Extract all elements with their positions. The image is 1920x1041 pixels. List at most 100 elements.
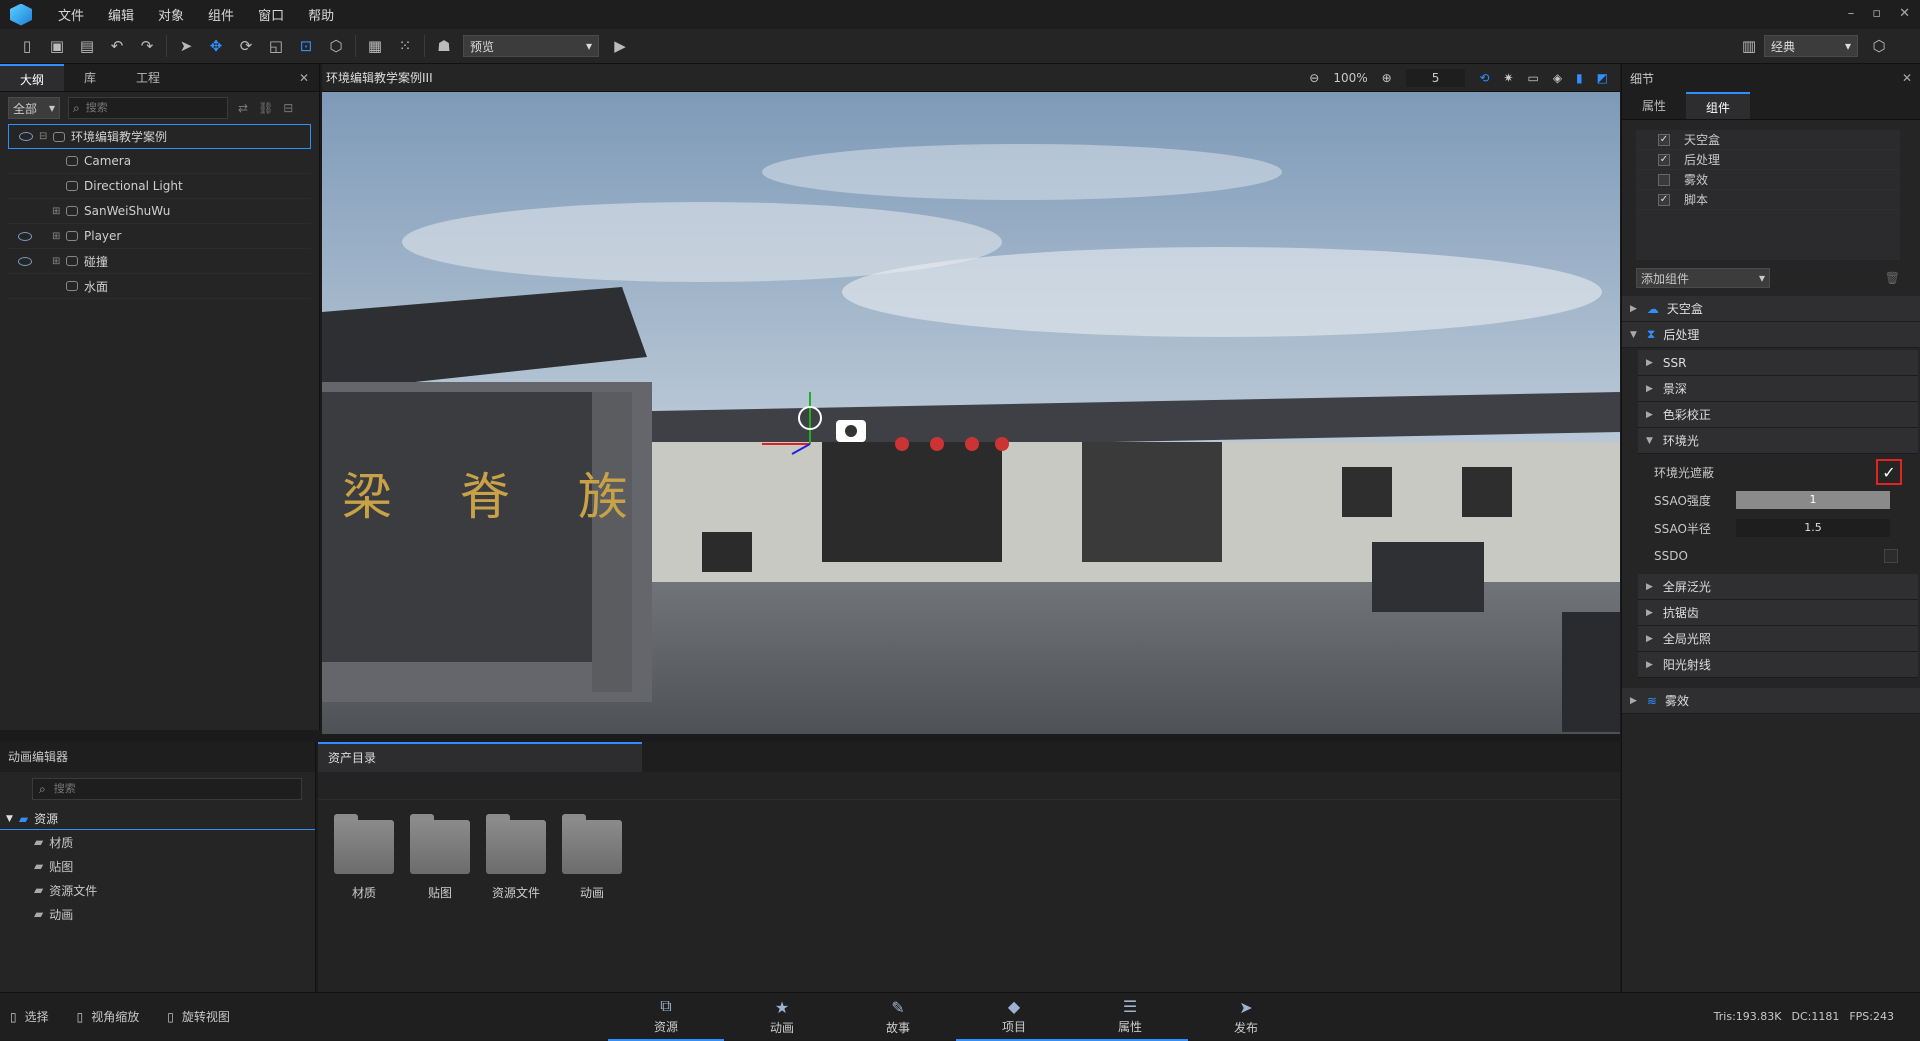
section-sun-rays[interactable]: ▶ 阳光射线 xyxy=(1638,652,1918,678)
settings-icon[interactable]: ⬡ xyxy=(1868,35,1890,57)
save-all-icon[interactable]: ▤ xyxy=(76,35,98,57)
search-input[interactable] xyxy=(85,102,206,114)
menu-window[interactable]: 窗口 xyxy=(258,5,284,24)
tree-item[interactable]: Directional Light xyxy=(8,174,311,199)
section-skybox[interactable]: ▶ ☁ 天空盒 xyxy=(1622,296,1920,322)
section-ambient[interactable]: ▼ 环境光 xyxy=(1638,428,1918,454)
tree-item[interactable]: ⊞ Player xyxy=(8,224,311,249)
tree-item[interactable]: Camera xyxy=(8,149,311,174)
minimize-button[interactable]: – xyxy=(1848,6,1855,21)
ssao-radius-field[interactable]: 1.5 xyxy=(1736,519,1890,537)
menu-edit[interactable]: 编辑 xyxy=(108,5,134,24)
save-icon[interactable]: ▣ xyxy=(46,35,68,57)
section-postprocess[interactable]: ▼ ⧗ 后处理 xyxy=(1622,322,1920,348)
ao-checkbox[interactable]: ✓ xyxy=(1876,459,1902,485)
link-icon[interactable]: ⛓ xyxy=(258,101,273,115)
bottom-tab[interactable]: ☰ 属性 xyxy=(1072,993,1188,1041)
component-item[interactable]: ✓ 后处理 xyxy=(1636,150,1900,170)
eye-icon[interactable] xyxy=(18,256,32,266)
bottom-tab[interactable]: ➤ 发布 xyxy=(1188,993,1304,1041)
scale-icon[interactable]: ◱ xyxy=(265,35,287,57)
bottom-tab[interactable]: ✎ 故事 xyxy=(840,993,956,1041)
asset-tree-item[interactable]: ▰ 动画 xyxy=(0,902,315,926)
component-item[interactable]: ✓ 脚本 xyxy=(1636,190,1900,210)
tab-project[interactable]: 工程 xyxy=(116,64,180,91)
play-icon[interactable]: ▶ xyxy=(609,35,631,57)
tree-item[interactable]: ⊟ 环境编辑教学案例 xyxy=(8,124,311,149)
layout-panel-icon[interactable]: ▥ xyxy=(1738,35,1760,57)
section-color-correction[interactable]: ▶ 色彩校正 xyxy=(1638,402,1918,428)
tree-item[interactable]: ⊞ SanWeiShuWu xyxy=(8,199,311,224)
menu-file[interactable]: 文件 xyxy=(58,5,84,24)
lighting-icon[interactable]: ✷ xyxy=(1503,71,1513,85)
stats-icon[interactable]: ◩ xyxy=(1597,71,1608,85)
bottom-tab[interactable]: ⧉ 资源 xyxy=(608,993,724,1041)
collapse-all-icon[interactable]: ⊟ xyxy=(283,101,293,115)
ssao-strength-slider[interactable]: 1 xyxy=(1736,491,1890,509)
zoom-out-icon[interactable]: ⊖ xyxy=(1309,71,1319,85)
tab-outline[interactable]: 大纲 xyxy=(0,64,65,91)
close-button[interactable]: ✕ xyxy=(1899,6,1910,21)
tree-item[interactable]: 水面 xyxy=(8,274,311,299)
menu-help[interactable]: 帮助 xyxy=(308,5,334,24)
snap-icon[interactable]: ⊡ xyxy=(295,35,317,57)
zoom-in-icon[interactable]: ⊕ xyxy=(1382,71,1392,85)
tab-library[interactable]: 库 xyxy=(64,64,116,91)
eye-icon[interactable] xyxy=(18,231,32,241)
grid-icon[interactable]: ▦ xyxy=(364,35,386,57)
close-icon[interactable]: ✕ xyxy=(289,64,319,91)
eye-icon[interactable] xyxy=(19,132,33,141)
add-component-select[interactable]: 添加组件 ▾ xyxy=(1636,268,1770,288)
outline-search[interactable]: ⌕ xyxy=(68,97,228,119)
asset-folder[interactable]: 贴图 xyxy=(402,814,478,901)
anim-search-input[interactable] xyxy=(53,783,274,795)
asset-folder[interactable]: 动画 xyxy=(554,814,630,901)
filter-select[interactable]: 全部 ▾ xyxy=(8,97,60,119)
section-bloom[interactable]: ▶ 全屏泛光 xyxy=(1638,574,1918,600)
new-file-icon[interactable]: ▯ xyxy=(16,35,38,57)
asset-tree-item[interactable]: ▰ 材质 xyxy=(0,830,315,854)
section-ssr[interactable]: ▶ SSR xyxy=(1638,350,1918,376)
bottom-tab[interactable]: ◆ 项目 xyxy=(956,993,1072,1041)
redo-icon[interactable]: ↷ xyxy=(136,35,158,57)
section-fog[interactable]: ▶ ≋ 雾效 xyxy=(1622,688,1920,714)
cube-view-icon[interactable]: ◈ xyxy=(1553,71,1562,85)
asset-tree-item[interactable]: ▰ 资源文件 xyxy=(0,878,315,902)
camera-speed-field[interactable]: 5 xyxy=(1405,68,1466,87)
tree-action-icon[interactable]: ⇄ xyxy=(238,101,248,115)
section-dof[interactable]: ▶ 景深 xyxy=(1638,376,1918,402)
asset-tree-item[interactable]: ▰ 贴图 xyxy=(0,854,315,878)
grid-dots-icon[interactable]: ⁙ xyxy=(394,35,416,57)
restore-button[interactable]: ▫ xyxy=(1872,6,1881,21)
camera-view-icon[interactable]: ▭ xyxy=(1527,71,1538,85)
menu-component[interactable]: 组件 xyxy=(208,5,234,24)
component-item[interactable]: ✓ 天空盒 xyxy=(1636,130,1900,150)
close-icon[interactable]: ✕ xyxy=(1902,71,1912,85)
ssdo-checkbox[interactable] xyxy=(1884,549,1898,563)
preview-mode-select[interactable]: 预览 ▾ xyxy=(463,35,599,57)
component-checkbox[interactable] xyxy=(1658,173,1670,186)
expand-toggle-icon[interactable]: ⊞ xyxy=(52,231,66,242)
bottom-tab[interactable]: ★ 动画 xyxy=(724,993,840,1041)
avatar-icon[interactable]: ☗ xyxy=(433,35,455,57)
asset-directory-tab[interactable]: 资产目录 xyxy=(318,742,642,772)
select-icon[interactable]: ➤ xyxy=(175,35,197,57)
expand-toggle-icon[interactable]: ⊟ xyxy=(39,131,53,142)
trash-icon[interactable]: 🗑 xyxy=(1885,271,1900,285)
menu-object[interactable]: 对象 xyxy=(158,5,184,24)
asset-tree-root[interactable]: ▼ ▰ 资源 xyxy=(0,808,315,830)
expand-toggle-icon[interactable]: ⊞ xyxy=(52,206,66,217)
expand-toggle-icon[interactable]: ⊞ xyxy=(52,256,66,267)
component-item[interactable]: 雾效 xyxy=(1636,170,1900,190)
component-checkbox[interactable]: ✓ xyxy=(1658,153,1670,166)
section-antialias[interactable]: ▶ 抗锯齿 xyxy=(1638,600,1918,626)
transform-space-icon[interactable]: ⬡ xyxy=(325,35,347,57)
asset-folder[interactable]: 资源文件 xyxy=(478,814,554,901)
tab-properties[interactable]: 属性 xyxy=(1622,92,1686,119)
orbit-icon[interactable]: ⟲ xyxy=(1479,71,1489,85)
component-checkbox[interactable]: ✓ xyxy=(1658,133,1670,146)
layout-select[interactable]: 经典 ▾ xyxy=(1764,35,1858,57)
tab-components[interactable]: 组件 xyxy=(1686,92,1751,119)
move-icon[interactable]: ✥ xyxy=(205,35,227,57)
rotate-icon[interactable]: ⟳ xyxy=(235,35,257,57)
